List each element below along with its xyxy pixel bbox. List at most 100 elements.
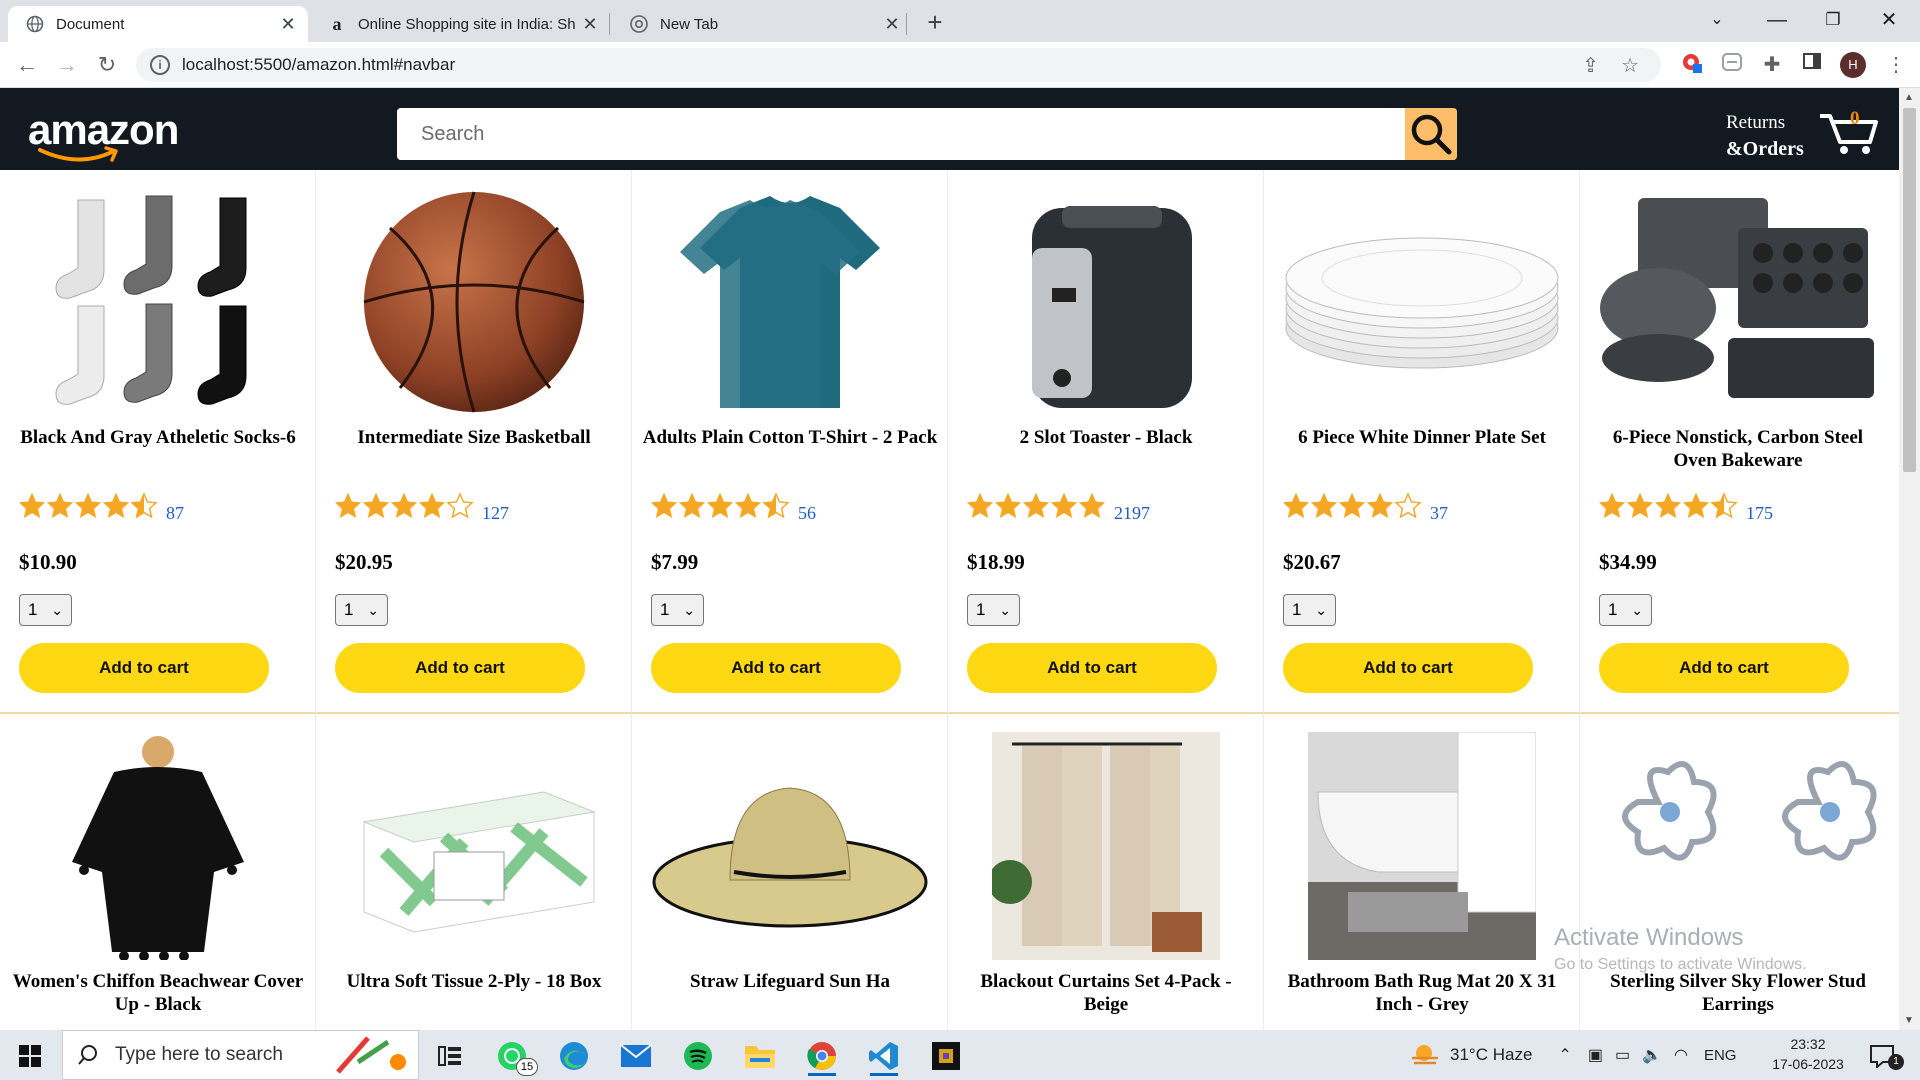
- add-to-cart-button[interactable]: Add to cart: [1283, 643, 1533, 693]
- star-icon: [1338, 492, 1366, 525]
- battery-icon[interactable]: ▭: [1615, 1045, 1630, 1065]
- scroll-thumb[interactable]: [1903, 108, 1916, 472]
- wifi-icon[interactable]: ◠: [1674, 1045, 1688, 1065]
- chevron-down-icon: ⌄: [683, 602, 695, 618]
- extension-red-icon[interactable]: [1678, 51, 1706, 79]
- amazon-a-icon: a: [332, 13, 342, 34]
- puzzle-extensions-icon[interactable]: ✚: [1758, 51, 1786, 79]
- product-name: Black And Gray Atheletic Socks-6: [20, 427, 296, 448]
- tab-new-tab[interactable]: New Tab ✕: [612, 6, 912, 42]
- star-icon: [762, 492, 790, 525]
- restore-icon[interactable]: ❐: [1810, 4, 1856, 36]
- game-app-icon[interactable]: [926, 1036, 966, 1076]
- returns-orders-link[interactable]: Returns &Orders: [1726, 110, 1804, 162]
- weather-text[interactable]: 31°C Haze: [1450, 1045, 1532, 1065]
- product-name: Ultra Soft Tissue 2-Ply - 18 Box: [346, 971, 602, 992]
- system-clock[interactable]: 23:32 17-06-2023: [1768, 1034, 1848, 1074]
- menu-kebab-icon[interactable]: ⋮: [1882, 51, 1910, 79]
- product-card: Women's Chiffon Beachwear Cover Up - Bla…: [0, 714, 316, 1030]
- add-to-cart-button[interactable]: Add to cart: [335, 643, 585, 693]
- meet-now-icon[interactable]: ▣: [1588, 1045, 1603, 1065]
- tab-title: New Tab: [660, 15, 719, 33]
- rating-count-link[interactable]: 175: [1746, 503, 1773, 524]
- reload-icon[interactable]: ↻: [92, 50, 122, 80]
- profile-avatar[interactable]: H: [1840, 52, 1866, 78]
- rating-count-link[interactable]: 87: [166, 503, 184, 524]
- star-icon: [1366, 492, 1394, 525]
- tshirt-image: [650, 188, 930, 416]
- watermark-title: Activate Windows: [1554, 924, 1744, 951]
- extension-gray-icon[interactable]: [1718, 51, 1746, 79]
- star-icon: [1310, 492, 1338, 525]
- windows-start-icon[interactable]: [10, 1036, 50, 1076]
- add-to-cart-button[interactable]: Add to cart: [967, 643, 1217, 693]
- taskbar-search-box[interactable]: Type here to search: [62, 1030, 419, 1080]
- notification-center-icon[interactable]: 1: [1862, 1036, 1904, 1076]
- quantity-select[interactable]: 1 ⌄: [335, 594, 388, 626]
- star-icon: [46, 492, 74, 525]
- scroll-up-icon[interactable]: ▲: [1904, 92, 1914, 103]
- product-card: Sterling Silver Sky Flower Stud Earrings: [1580, 714, 1899, 1030]
- search-input[interactable]: [397, 108, 1405, 160]
- side-panel-icon[interactable]: [1798, 51, 1826, 79]
- close-window-icon[interactable]: ✕: [1866, 4, 1912, 36]
- cart-icon[interactable]: [1818, 106, 1880, 156]
- star-icon: [18, 492, 46, 525]
- product-card: Intermediate Size Basketball 127 $20.95 …: [316, 170, 632, 714]
- spotify-app-icon[interactable]: [678, 1036, 718, 1076]
- tab-amazon[interactable]: a Online Shopping site in India: Sh ✕: [310, 6, 610, 42]
- chevron-up-icon[interactable]: ⌃: [1558, 1045, 1571, 1065]
- star-icon: [1078, 492, 1106, 525]
- search-button[interactable]: [1405, 108, 1457, 160]
- product-rating: 2197: [966, 492, 1150, 525]
- tab-search-dropdown-icon[interactable]: ⌄: [1694, 4, 1740, 36]
- task-view-icon[interactable]: [430, 1036, 470, 1076]
- rating-count-link[interactable]: 127: [482, 503, 509, 524]
- product-price: $7.99: [651, 550, 699, 574]
- chrome-app-icon[interactable]: [802, 1036, 842, 1076]
- bookmark-star-icon[interactable]: ☆: [1621, 53, 1639, 78]
- rating-count-link[interactable]: 2197: [1114, 503, 1150, 524]
- close-icon[interactable]: ✕: [276, 14, 300, 35]
- star-icon: [706, 492, 734, 525]
- scroll-down-icon[interactable]: ▼: [1904, 1015, 1914, 1026]
- tab-document[interactable]: Document ✕: [8, 6, 308, 42]
- edge-browser-icon[interactable]: [554, 1036, 594, 1076]
- plates-image: [1282, 188, 1562, 416]
- vscode-app-icon[interactable]: [864, 1036, 904, 1076]
- mail-app-icon[interactable]: [616, 1036, 656, 1076]
- close-icon[interactable]: ✕: [880, 14, 904, 35]
- quantity-value: 1: [660, 600, 670, 619]
- browser-toolbar: ← → ↻ i localhost:5500/amazon.html#navba…: [0, 42, 1920, 88]
- back-arrow-icon[interactable]: ←: [12, 50, 42, 80]
- page-scrollbar[interactable]: ▲ ▼: [1899, 88, 1920, 1030]
- close-icon[interactable]: ✕: [578, 14, 602, 35]
- rating-count-link[interactable]: 56: [798, 503, 816, 524]
- product-card: Straw Lifeguard Sun Ha: [632, 714, 948, 1030]
- forward-arrow-icon[interactable]: →: [52, 50, 82, 80]
- volume-icon[interactable]: 🔈: [1642, 1045, 1662, 1065]
- beachwear-image: [18, 732, 298, 960]
- whatsapp-app-icon[interactable]: 15: [492, 1036, 538, 1076]
- star-icon: [418, 492, 446, 525]
- minimize-icon[interactable]: —: [1754, 4, 1800, 36]
- rating-count-link[interactable]: 37: [1430, 503, 1448, 524]
- share-icon[interactable]: ⇪: [1582, 53, 1599, 78]
- chevron-down-icon: ⌄: [51, 602, 63, 618]
- add-to-cart-button[interactable]: Add to cart: [1599, 643, 1849, 693]
- star-icon: [1654, 492, 1682, 525]
- file-explorer-icon[interactable]: [740, 1036, 780, 1076]
- language-indicator[interactable]: ENG: [1704, 1047, 1737, 1064]
- product-name: 2 Slot Toaster - Black: [1019, 427, 1193, 448]
- quantity-select[interactable]: 1 ⌄: [19, 594, 72, 626]
- site-info-icon[interactable]: i: [150, 55, 170, 75]
- quantity-select[interactable]: 1 ⌄: [1599, 594, 1652, 626]
- add-to-cart-button[interactable]: Add to cart: [651, 643, 901, 693]
- product-price: $34.99: [1599, 550, 1657, 574]
- quantity-select[interactable]: 1 ⌄: [1283, 594, 1336, 626]
- quantity-select[interactable]: 1 ⌄: [651, 594, 704, 626]
- add-to-cart-button[interactable]: Add to cart: [19, 643, 269, 693]
- new-tab-button[interactable]: +: [920, 8, 950, 38]
- address-bar[interactable]: i localhost:5500/amazon.html#navbar ⇪ ☆: [136, 48, 1661, 82]
- quantity-select[interactable]: 1 ⌄: [967, 594, 1020, 626]
